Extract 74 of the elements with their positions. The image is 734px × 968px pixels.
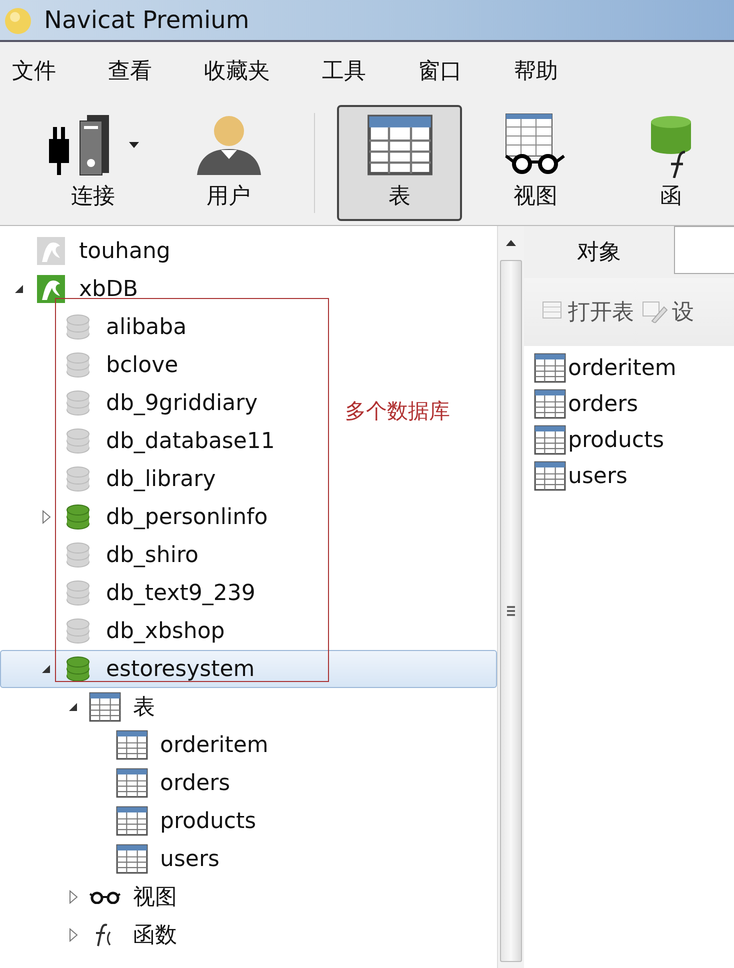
toolbar-action[interactable]: 打开表 bbox=[542, 297, 634, 327]
table-icon bbox=[534, 353, 566, 383]
tab-content-frame bbox=[674, 226, 734, 274]
annotation-label: 多个数据库 bbox=[345, 398, 450, 425]
window-title: Navicat Premium bbox=[44, 6, 250, 34]
scroll-thumb[interactable] bbox=[500, 260, 522, 962]
table-icon bbox=[534, 461, 566, 491]
database-icon bbox=[66, 352, 90, 378]
grip-icon bbox=[507, 606, 515, 616]
menu-item[interactable]: 查看 bbox=[108, 56, 152, 86]
table-icon bbox=[116, 844, 148, 874]
menu-item[interactable]: 文件 bbox=[12, 56, 56, 86]
tree-item[interactable]: estoresystem bbox=[0, 650, 497, 688]
dolphin-icon bbox=[36, 274, 66, 304]
tree-item[interactable]: xbDB bbox=[0, 270, 146, 308]
tree-item[interactable]: db_database11 bbox=[0, 422, 282, 460]
tree-item[interactable]: db_xbshop bbox=[0, 612, 232, 650]
table-icon bbox=[116, 806, 148, 836]
toolbar-button[interactable]: 连接 bbox=[30, 104, 156, 220]
toolbar-button[interactable]: 视图 bbox=[472, 104, 598, 220]
app-logo-icon bbox=[4, 5, 34, 35]
toolbar-button[interactable]: 用户 bbox=[166, 104, 292, 220]
menu-item[interactable]: 工具 bbox=[322, 56, 366, 86]
table-pencil-icon bbox=[642, 301, 668, 323]
table-icon bbox=[534, 389, 566, 419]
expanded-arrow-icon[interactable] bbox=[14, 284, 24, 294]
tree-item[interactable]: db_9griddiary bbox=[0, 384, 265, 422]
toolbar-action[interactable]: 设 bbox=[642, 297, 694, 327]
tree-item[interactable]: db_text9_239 bbox=[0, 574, 262, 612]
toolbar-button[interactable]: 表 bbox=[336, 104, 462, 220]
tree-item[interactable]: bclove bbox=[0, 346, 186, 384]
tree-item[interactable]: orderitem bbox=[0, 726, 276, 764]
database-icon bbox=[66, 390, 90, 416]
table-icon bbox=[116, 730, 148, 760]
tree-item[interactable]: 视图 bbox=[0, 878, 184, 916]
menu-item[interactable]: 收藏夹 bbox=[204, 56, 270, 86]
tree-item[interactable]: alibaba bbox=[0, 308, 194, 346]
tree-item[interactable]: users bbox=[0, 840, 226, 878]
scroll-up-icon[interactable] bbox=[506, 240, 516, 246]
table-icon bbox=[116, 768, 148, 798]
scrollbar[interactable] bbox=[497, 226, 524, 968]
database-icon bbox=[66, 428, 90, 454]
tree-item[interactable]: db_library bbox=[0, 460, 223, 498]
tree-item[interactable]: db_shiro bbox=[0, 536, 206, 574]
tree-item[interactable]: touhang bbox=[0, 232, 178, 270]
database-icon bbox=[66, 656, 90, 682]
collapsed-arrow-icon[interactable] bbox=[68, 890, 78, 904]
database-icon bbox=[66, 504, 90, 530]
database-icon bbox=[66, 618, 90, 644]
tree-item[interactable]: 函数 bbox=[0, 916, 184, 954]
glasses-icon bbox=[89, 890, 121, 904]
tree-item[interactable]: products bbox=[0, 802, 264, 840]
tree-item[interactable]: orders bbox=[0, 764, 238, 802]
caret-icon[interactable] bbox=[128, 142, 139, 148]
toolbar-button[interactable]: 函 bbox=[608, 104, 734, 220]
table-icon bbox=[89, 692, 121, 722]
collapsed-arrow-icon[interactable] bbox=[68, 928, 78, 942]
table-icon bbox=[366, 112, 432, 178]
expanded-arrow-icon[interactable] bbox=[68, 702, 78, 712]
object-item[interactable]: orderitem bbox=[534, 350, 724, 386]
collapsed-arrow-icon[interactable] bbox=[42, 510, 50, 524]
expanded-arrow-icon[interactable] bbox=[41, 664, 51, 674]
menu-item[interactable]: 帮助 bbox=[514, 56, 558, 86]
tree-item[interactable]: db_personlinfo bbox=[0, 498, 275, 536]
object-item[interactable]: users bbox=[534, 458, 724, 494]
tree-item[interactable]: 表 bbox=[0, 688, 162, 726]
database-icon bbox=[66, 542, 90, 568]
database-icon bbox=[66, 580, 90, 606]
database-icon bbox=[66, 466, 90, 492]
object-item[interactable]: products bbox=[534, 422, 724, 458]
table-icon bbox=[534, 425, 566, 455]
object-item[interactable]: orders bbox=[534, 386, 724, 422]
menu-item[interactable]: 窗口 bbox=[418, 56, 462, 86]
database-icon bbox=[66, 314, 90, 340]
